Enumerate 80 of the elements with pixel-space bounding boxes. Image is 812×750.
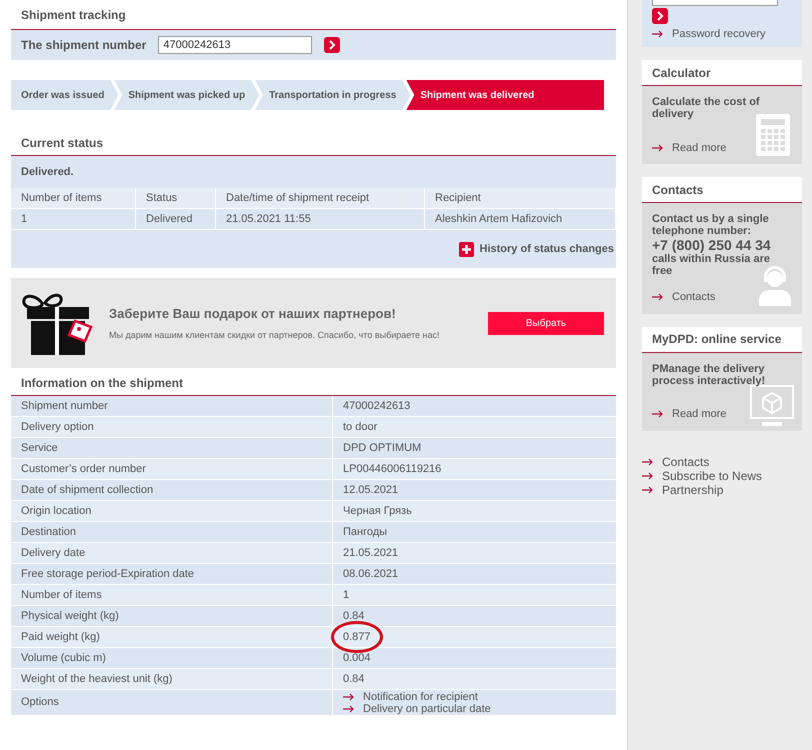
progress-step: Shipment was delivered	[406, 80, 604, 110]
arrow-icon	[652, 144, 664, 152]
arrow-icon	[652, 293, 664, 302]
field-label: The shipment number	[21, 37, 146, 54]
panel-text: Calculate the cost of delivery	[652, 96, 761, 120]
table-cell: Service	[11, 438, 333, 458]
table-cell: Delivery date	[11, 543, 333, 563]
monitor-box-icon	[750, 384, 794, 426]
arrow-icon	[343, 692, 355, 700]
table-cell-text: 0.84	[343, 672, 364, 687]
table-cell: Number of items	[11, 585, 333, 605]
panel-link[interactable]: Contacts	[672, 289, 716, 306]
table-cell-text: 12.05.2021	[343, 482, 398, 498]
arrow-icon	[652, 30, 664, 38]
progress-step: Transportation in progress	[255, 80, 410, 110]
shipment-number-field[interactable]: 47000242613	[158, 36, 312, 54]
table-cell: Paid weight (kg)	[11, 627, 333, 647]
table-cell-text: DPD OPTIMUM	[343, 440, 422, 456]
table-cell-text: 47000242613	[343, 398, 410, 414]
table-cell: Physical weight (kg)	[11, 606, 333, 626]
arrow-icon	[642, 458, 654, 466]
table-cell: Origin location	[11, 501, 333, 521]
table-cell: Weight of the heaviest unit (kg)	[11, 669, 333, 689]
table-cell-text: 08.06.2021	[343, 566, 398, 582]
calculator-icon	[756, 114, 790, 156]
history-link[interactable]: History of status changes	[480, 240, 614, 258]
table-cell: Shipment number	[11, 396, 333, 416]
panel-title: Contacts	[652, 182, 704, 198]
panel-text: Contact us by a single telephone number:	[652, 213, 770, 237]
table-cell-text: Черная Грязь	[343, 504, 412, 519]
banner-title: Заберите Ваш подарок от наших партнеров!	[109, 304, 397, 323]
banner-text: Мы дарим нашим клиентам скидки от партнеров. Спасибо, что выбираете нас!	[109, 329, 440, 342]
arrow-icon	[652, 410, 664, 418]
table-cell: Free storage period-Expiration date	[11, 564, 333, 584]
panel-title: MyDPD: online service	[652, 331, 782, 348]
option-link[interactable]: Notification for recipient	[363, 690, 478, 702]
table-cell: Delivered	[136, 209, 216, 230]
table-cell: Destination	[11, 522, 333, 542]
arrow-icon	[642, 472, 654, 480]
go-button[interactable]	[324, 37, 340, 53]
section-title: Shipment tracking	[21, 6, 126, 24]
panel-text: PManage the delivery process interactively!	[652, 362, 766, 386]
table-cell: 21.05.2021 11:55	[216, 209, 425, 230]
arrow-icon	[642, 486, 654, 494]
column-header: Date/time of shipment receipt	[216, 188, 425, 209]
panel-link[interactable]: Read more	[672, 406, 726, 422]
column-header: Recipient	[425, 188, 616, 209]
headset-person-icon	[758, 264, 792, 306]
progress-step: Order was issued	[11, 80, 118, 110]
table-cell: 1	[11, 209, 136, 230]
table-cell-text: to door	[343, 420, 378, 435]
choose-button[interactable]: Выбрать	[488, 312, 604, 334]
table-cell: Aleshkin Artem Hafizovich	[425, 209, 616, 230]
column-header: Status	[136, 188, 216, 209]
section-title: Information on the shipment	[21, 374, 183, 392]
table-cell-text: Пангоды	[343, 524, 388, 540]
table-cell-text: 1	[343, 588, 350, 603]
section-title: Current status	[21, 134, 104, 152]
status-summary: Delivered.	[21, 164, 74, 180]
panel-title: Calculator	[652, 64, 711, 82]
panel-link[interactable]: Read more	[672, 140, 726, 156]
panel-text: calls within Russia are free	[652, 253, 771, 277]
table-cell: Volume (cubic m)	[11, 648, 333, 668]
arrow-icon	[343, 704, 355, 712]
table-cell-text: LP00446006119216	[343, 462, 442, 477]
table-cell: Delivery option	[11, 417, 333, 437]
column-header: Number of items	[11, 188, 136, 209]
chevron-icon	[328, 40, 336, 50]
progress-step: Shipment was picked up	[114, 80, 260, 110]
table-cell: Options	[11, 690, 333, 715]
table-cell-text: 0.004	[343, 650, 371, 666]
option-link[interactable]: Delivery on particular date	[363, 702, 491, 714]
table-cell-text: 21.05.2021	[343, 546, 398, 561]
phone-number: +7 (800) 250 44 34	[652, 237, 772, 253]
go-button[interactable]	[652, 8, 668, 24]
table-cell: Customer’s order number	[11, 459, 333, 479]
table-cell: Date of shipment collection	[11, 480, 333, 500]
plus-icon	[458, 242, 474, 256]
chevron-icon	[656, 11, 664, 21]
login-field[interactable]	[652, 0, 778, 6]
